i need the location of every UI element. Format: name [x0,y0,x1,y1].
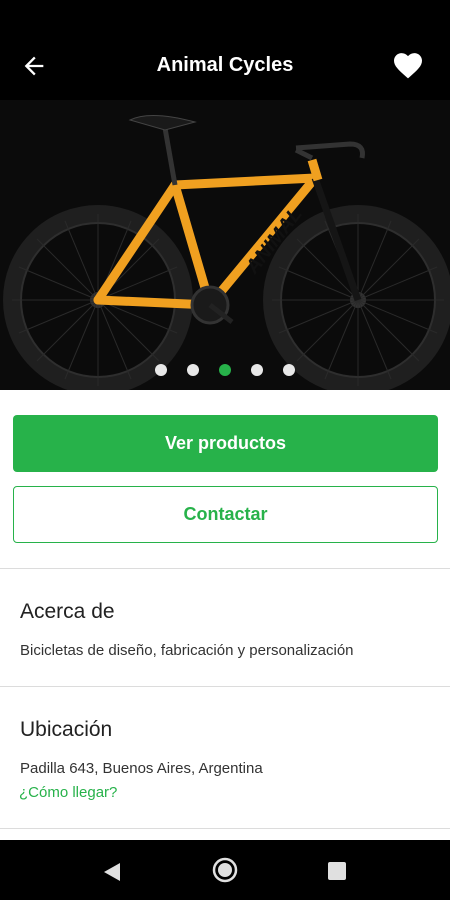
about-title: Acerca de [20,600,115,623]
divider [0,686,450,687]
carousel-dot[interactable] [187,364,199,376]
directions-link[interactable]: ¿Cómo llegar? [19,784,117,801]
about-text: Bicicletas de diseño, fabricación y pers… [20,642,354,659]
nav-home-icon[interactable] [212,857,238,883]
carousel-dot[interactable] [155,364,167,376]
location-title: Ubicación [20,718,113,741]
divider [0,568,450,569]
divider [0,828,450,829]
carousel-indicator [0,364,450,378]
nav-recent-apps-icon[interactable] [328,862,346,880]
view-products-button[interactable]: Ver productos [13,415,438,472]
app-bar: Animal Cycles [0,0,450,100]
location-address: Padilla 643, Buenos Aires, Argentina [20,760,263,777]
bicycle-image: ANIMAL [0,100,450,390]
carousel-dot[interactable] [251,364,263,376]
carousel-dot-active[interactable] [219,364,231,376]
page-title: Animal Cycles [156,54,294,76]
nav-back-icon[interactable] [102,862,122,882]
hero-carousel[interactable]: ANIMAL [0,100,450,390]
contact-button[interactable]: Contactar [13,486,438,543]
heart-icon[interactable] [392,50,424,80]
carousel-dot[interactable] [283,364,295,376]
